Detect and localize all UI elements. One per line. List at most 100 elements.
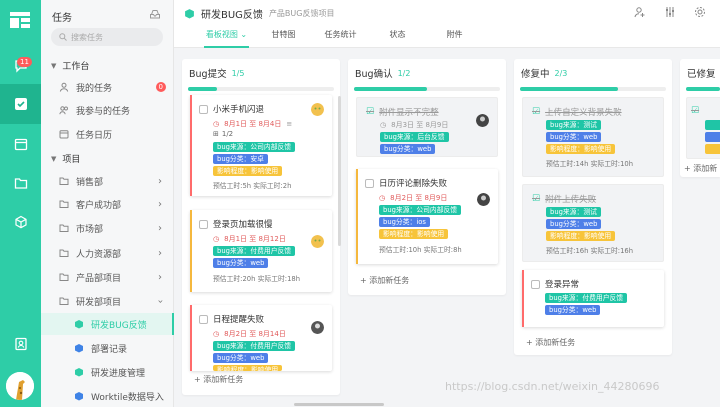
project-icon — [75, 392, 83, 401]
card-title: 附件上传失败 — [545, 195, 597, 205]
settings-gear-icon[interactable] — [694, 6, 706, 18]
progress-fill — [354, 87, 427, 91]
task-card[interactable]: ☑ — [686, 97, 720, 159]
clock-icon: ◷ — [213, 235, 220, 243]
assignee-avatar[interactable] — [477, 193, 490, 206]
add-task-button[interactable]: + 添加新任务 — [526, 337, 575, 348]
rail-calendar-button[interactable] — [0, 124, 41, 164]
add-task-label: 添加新任务 — [535, 338, 576, 347]
task-card[interactable]: 小米手机闪退 ◷ 8月1日 至 8月4日 ≡ ⊞ 1/2 bug来源：公司内部反馈 b… — [190, 95, 332, 196]
sidebar-item-product[interactable]: 产品部项目 › — [41, 266, 174, 288]
sidebar-item-bug-feedback[interactable]: 研发BUG反馈 — [41, 313, 174, 335]
sidebar-item-label: 我的任务 — [76, 83, 113, 94]
checked-icon[interactable]: ☑ — [366, 107, 374, 117]
task-card[interactable]: ☑ 附件显示不完整 ◷ 8月3日 至 8月9日 bug来源：后台反馈 bug分类：w… — [356, 97, 498, 157]
task-check-icon — [14, 98, 27, 110]
search-placeholder: 搜索任务 — [71, 32, 103, 42]
task-card[interactable]: 登录异常 bug来源：付费用户反馈 bug分类：web — [522, 270, 664, 327]
projects-section[interactable]: ▼ 项目 — [51, 152, 81, 166]
progress-fill — [686, 87, 720, 91]
sidebar-item-rnd[interactable]: 研发部项目 › — [41, 290, 174, 312]
sidebar-item-progress[interactable]: 研发进度管理 — [41, 361, 174, 383]
tab-status[interactable]: 状态 — [369, 30, 426, 48]
tag-category: bug分类：web — [380, 144, 436, 154]
task-checkbox[interactable] — [531, 279, 540, 289]
task-checkbox[interactable] — [365, 178, 374, 188]
clock-icon: ◷ — [380, 121, 387, 129]
assignee-avatar[interactable] — [311, 321, 324, 334]
workbench-section[interactable]: ▼ 工作台 — [51, 59, 89, 73]
sidebar-item-import[interactable]: Worktile数据导入 — [41, 385, 174, 407]
tab-label: 甘特图 — [271, 30, 296, 39]
search-input[interactable]: 搜索任务 — [51, 28, 163, 46]
assignee-avatar[interactable] — [311, 235, 324, 248]
checked-icon[interactable]: ☑ — [532, 194, 540, 204]
task-card[interactable]: 日历评论删除失败 ◷ 8月2日 至 8月9日 bug来源：公司内部反馈 bug分类… — [356, 169, 498, 264]
contact-icon — [14, 337, 27, 351]
sidebar-item-participating[interactable]: 我参与的任务 — [41, 99, 174, 121]
checked-icon[interactable]: ☑ — [532, 107, 540, 117]
sidebar-item-marketing[interactable]: 市场部 › — [41, 217, 174, 239]
folder-icon — [59, 177, 69, 185]
add-task-button[interactable]: + 添加新任务 — [194, 374, 243, 385]
chevron-right-icon: › — [158, 222, 162, 234]
sidebar-item-label: 客户成功部 — [76, 200, 122, 211]
tab-attachments[interactable]: 附件 — [426, 30, 483, 48]
assignee-avatar[interactable] — [476, 114, 489, 127]
sidebar-item-sales[interactable]: 销售部 › — [41, 170, 174, 192]
filter-settings-icon[interactable] — [664, 6, 676, 18]
column-title: Bug确认 — [355, 69, 393, 80]
tab-kanban[interactable]: 看板视图 ⌄ — [198, 30, 255, 48]
task-card[interactable]: 登录页加载很慢 ◷ 8月1日 至 8月12日 bug来源：付费用户反馈 bug分类… — [190, 210, 332, 292]
sidebar-item-calendar[interactable]: 任务日历 — [41, 123, 174, 145]
inbox-icon[interactable] — [149, 8, 161, 20]
folder-icon — [59, 273, 69, 281]
card-title-row: ☑ — [691, 106, 699, 116]
add-task-label: 添加新任务 — [203, 375, 244, 384]
assignee-avatar[interactable] — [311, 103, 324, 116]
subtask-text: 1/2 — [221, 130, 234, 138]
task-card[interactable]: 日程提醒失败 ◷ 8月2日 至 8月14日 bug来源：付费用户反馈 bug分类：… — [190, 305, 332, 371]
sidebar-item-customer-success[interactable]: 客户成功部 › — [41, 193, 174, 215]
sidebar-item-hr[interactable]: 人力资源部 › — [41, 242, 174, 264]
tag-impact: 影响程度：影响使用 — [546, 144, 616, 154]
sidebar-item-label: 部署记录 — [91, 344, 128, 355]
tab-gantt[interactable]: 甘特图 — [255, 30, 312, 48]
sidebar-item-deploy[interactable]: 部署记录 — [41, 337, 174, 359]
checked-icon[interactable]: ☑ — [691, 106, 699, 116]
task-checkbox[interactable] — [199, 314, 208, 324]
rail-contacts-button[interactable] — [0, 324, 41, 364]
column-header[interactable]: Bug提交 1/5 — [182, 59, 340, 87]
column-header[interactable]: 已修复 — [680, 59, 720, 87]
sidebar-item-my-tasks[interactable]: 我的任务 0 — [41, 76, 174, 98]
sidebar-item-label: 产品部项目 — [76, 273, 122, 284]
task-card[interactable]: ☑ 附件上传失败 bug来源：测试 bug分类：web 影响程度：影响使用 预估工… — [522, 184, 664, 262]
rail-apps-button[interactable] — [0, 202, 41, 242]
add-task-button[interactable]: + 添加新任务 — [360, 275, 409, 286]
rail-tasks-button[interactable] — [0, 84, 41, 124]
project-title[interactable]: 研发BUG反馈 — [201, 6, 263, 21]
task-card[interactable]: ☑ 上传自定义背景失败 bug来源：测试 bug分类：web 影响程度：影响使用 … — [522, 97, 664, 177]
column-header[interactable]: 修复中 2/3 — [514, 59, 672, 87]
task-checkbox[interactable] — [199, 104, 208, 114]
tab-statistics[interactable]: 任务统计 — [312, 30, 369, 48]
clock-icon: ◷ — [379, 194, 386, 202]
tag-impact: 影响程度：影响使用 — [213, 166, 283, 176]
tag-category — [705, 132, 720, 142]
chevron-down-icon: ⌄ — [240, 30, 248, 39]
add-task-button[interactable]: + 添加新 — [684, 163, 717, 174]
user-avatar[interactable] — [6, 372, 34, 400]
folder-open-icon — [59, 297, 69, 305]
folder-icon — [59, 249, 69, 257]
subtask-icon: ⊞ — [213, 130, 219, 138]
projects-label: 项目 — [62, 155, 81, 165]
giraffe-avatar-icon — [6, 372, 34, 400]
task-checkbox[interactable] — [199, 219, 208, 229]
rail-files-button[interactable] — [0, 163, 41, 203]
column-header[interactable]: Bug确认 1/2 — [348, 59, 506, 87]
board-horizontal-scrollbar[interactable] — [294, 403, 384, 406]
column-scrollbar[interactable] — [338, 96, 341, 246]
add-member-icon[interactable] — [634, 6, 646, 18]
folder-icon — [59, 224, 69, 232]
app-logo-icon[interactable] — [10, 12, 30, 28]
